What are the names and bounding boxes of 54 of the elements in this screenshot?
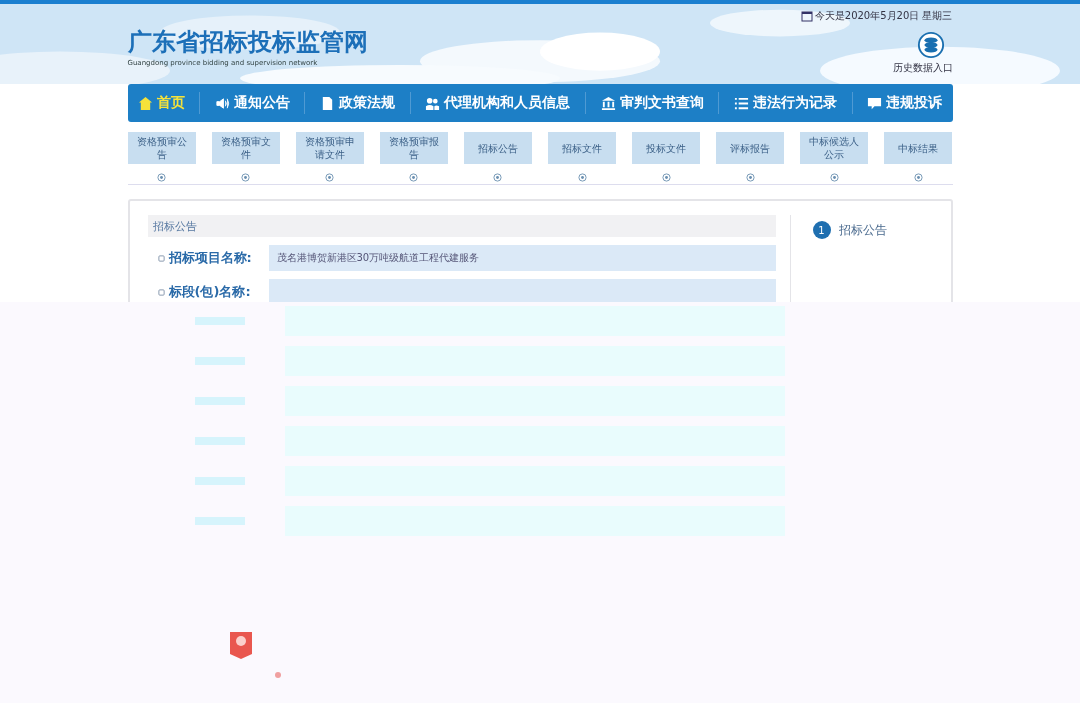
step-label[interactable]: 招标公告 [838,221,887,239]
nav-item[interactable]: 违规投诉 [867,94,943,112]
nav-item[interactable]: 首页 [137,94,185,112]
process-step[interactable]: 资格预审文件 [211,132,280,164]
speaker-icon [214,95,230,111]
nav-item[interactable]: 通知公告 [214,94,290,112]
people-icon [425,95,441,111]
list-icon [734,95,750,111]
site-title: 广东省招标投标监管网 [127,27,368,58]
database-icon[interactable] [916,31,945,59]
process-step[interactable]: 招标文件 [548,132,617,164]
field-value: 茂名港博贺新港区30万吨级航道工程代建服务 [268,245,776,271]
nav-item[interactable]: 政策法规 [320,94,396,112]
house-icon [137,95,153,111]
nav-item[interactable]: 违法行为记录 [734,94,838,112]
calendar-icon [800,10,813,22]
label-placeholder [195,517,245,525]
app-icon [228,630,254,660]
date-text: 今天是2020年5月20日 星期三 [814,9,953,23]
step-number: 1 [812,221,831,239]
field-label: 招标项目名称: [168,249,253,267]
step-marker-icon [661,173,671,182]
building-icon [600,95,616,111]
process-step[interactable]: 招标公告 [463,132,532,164]
process-step[interactable]: 资格预审报告 [379,132,448,164]
step-marker-icon [325,173,335,182]
process-step[interactable]: 资格预审公告 [127,132,196,164]
process-step[interactable]: 中标结果 [884,132,953,164]
label-placeholder [195,357,245,365]
nav-item[interactable]: 代理机构和人员信息 [425,94,571,112]
process-step[interactable]: 资格预审申请文件 [295,132,364,164]
step-marker-icon [745,173,755,182]
archive-link[interactable]: 历史数据入口 [892,61,953,75]
step-marker-icon [241,173,251,182]
process-step[interactable]: 投标文件 [632,132,701,164]
panel-title: 招标公告 [147,215,776,237]
step-marker-icon [829,173,839,182]
bullet-icon [157,288,165,296]
step-marker-icon [493,173,503,182]
label-placeholder [195,437,245,445]
field-label: 标段(包)名称: [168,283,252,301]
bullet-icon [157,254,165,262]
step-marker-icon [157,173,166,182]
step-marker-icon [914,173,923,182]
dot-icon [274,671,282,679]
process-step[interactable]: 评标报告 [716,132,785,164]
nav-item[interactable]: 审判文书查询 [600,94,704,112]
process-step[interactable]: 中标候选人公示 [800,132,869,164]
chat-icon [867,95,883,111]
label-placeholder [195,477,245,485]
step-marker-icon [577,173,587,182]
step-marker-icon [409,173,419,182]
label-placeholder [195,317,245,325]
label-placeholder [195,397,245,405]
